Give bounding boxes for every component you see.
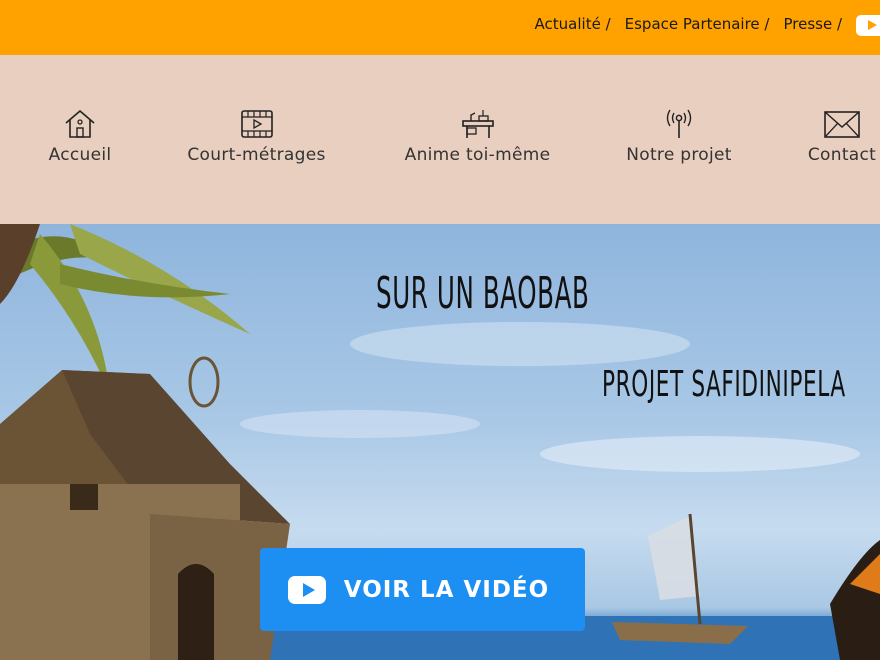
nav-label-accueil: Accueil — [48, 145, 112, 165]
hero-subtitle: PROJET SAFIDINIPELA — [602, 364, 846, 405]
nav-item-anime-toi-meme[interactable]: Anime toi-même — [401, 109, 554, 165]
main-nav: Accueil Court-métrages Anime toi-même No… — [0, 55, 880, 224]
hero-title: SUR UN BAOBAB — [376, 268, 590, 319]
top-bar: Actualité / Espace Partenaire / Presse / — [0, 0, 880, 55]
desk-icon — [461, 110, 494, 138]
nav-item-notre-projet[interactable]: Notre projet — [624, 109, 734, 165]
home-icon — [65, 110, 95, 138]
antenna-icon — [666, 109, 692, 138]
top-link-presse[interactable]: Presse / — [783, 15, 842, 33]
nav-label-anime-toi-meme: Anime toi-même — [404, 145, 551, 165]
film-icon — [240, 110, 273, 138]
watch-video-button[interactable]: VOIR LA VIDÉO — [260, 548, 585, 631]
youtube-play-icon — [287, 575, 326, 604]
youtube-icon[interactable] — [856, 15, 880, 36]
nav-label-contact: Contact — [807, 145, 877, 165]
nav-label-notre-projet: Notre projet — [626, 145, 732, 165]
nav-item-court-metrages[interactable]: Court-métrages — [183, 109, 330, 165]
top-link-actualite[interactable]: Actualité / — [535, 15, 611, 33]
nav-item-contact[interactable]: Contact — [805, 109, 879, 165]
hero-banner: SUR UN BAOBAB PROJET SAFIDINIPELA VOIR L… — [0, 224, 880, 660]
nav-label-court-metrages: Court-métrages — [187, 145, 326, 165]
watch-video-label: VOIR LA VIDÉO — [343, 576, 550, 603]
top-links: Actualité / Espace Partenaire / Presse / — [535, 0, 880, 55]
top-link-espace-partenaire[interactable]: Espace Partenaire / — [625, 15, 770, 33]
envelope-icon — [824, 111, 860, 138]
nav-item-accueil[interactable]: Accueil — [48, 109, 112, 165]
